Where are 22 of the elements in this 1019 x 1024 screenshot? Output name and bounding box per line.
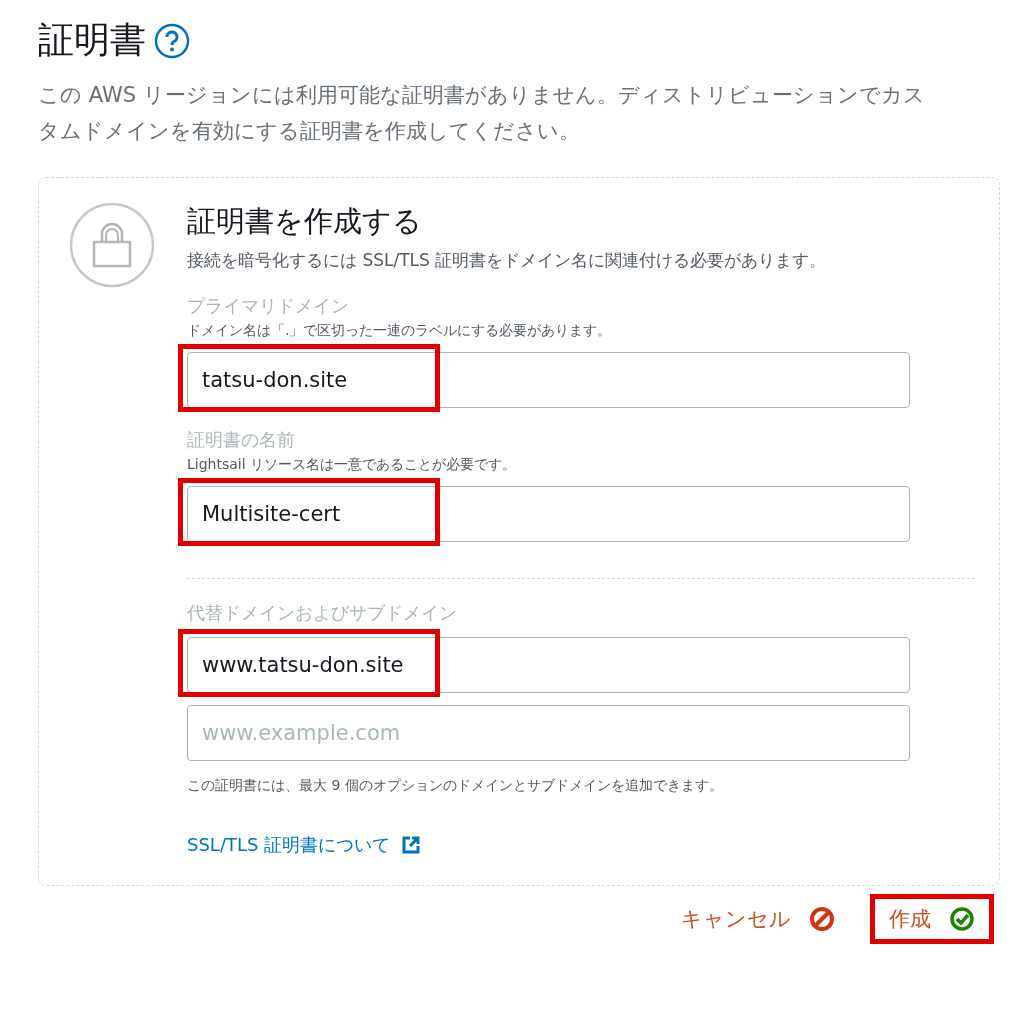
field-label: 証明書の名前 [187,428,296,452]
input-field[interactable]: Multisite-cert [187,486,910,542]
cancel-button[interactable]: キャンセル [662,894,854,944]
info-link[interactable]: SSL/TLS 証明書について [187,833,391,857]
field-label: 代替ドメインおよびサブドメイン [187,601,458,625]
external-link-icon[interactable] [401,835,422,855]
card-subtitle: 接続を暗号化するには SSL/TLS 証明書をドメイン名に関連付ける必要があります。 [187,249,827,272]
field-label: プライマリドメイン [187,294,350,318]
field-note: この証明書には、最大 9 個のオプションのドメインとサブドメインを追加できます。 [187,777,724,795]
input-field[interactable]: tatsu-don.site [187,352,910,408]
create-button[interactable]: 作成 [870,894,994,944]
page-title: 証明書 [38,18,146,62]
prohibited-icon [809,906,835,932]
description: この AWS リージョンには利用可能な証明書がありません。ディストリビューションでカスタムドメインを有効にする証明書を作成してください。 [38,82,926,145]
field-hint: Lightsail リソース名は一意であることが必要です。 [187,456,518,474]
help-icon[interactable] [154,22,190,59]
check-circle-icon [949,906,975,932]
input-field[interactable]: www.tatsu-don.site [187,637,910,693]
field-hint: ドメイン名は「.」で区切った一連のラベルにする必要があります。 [187,322,613,340]
lock-icon [69,202,155,288]
card-title: 証明書を作成する [187,203,423,240]
input-field[interactable]: www.example.com [187,705,910,761]
